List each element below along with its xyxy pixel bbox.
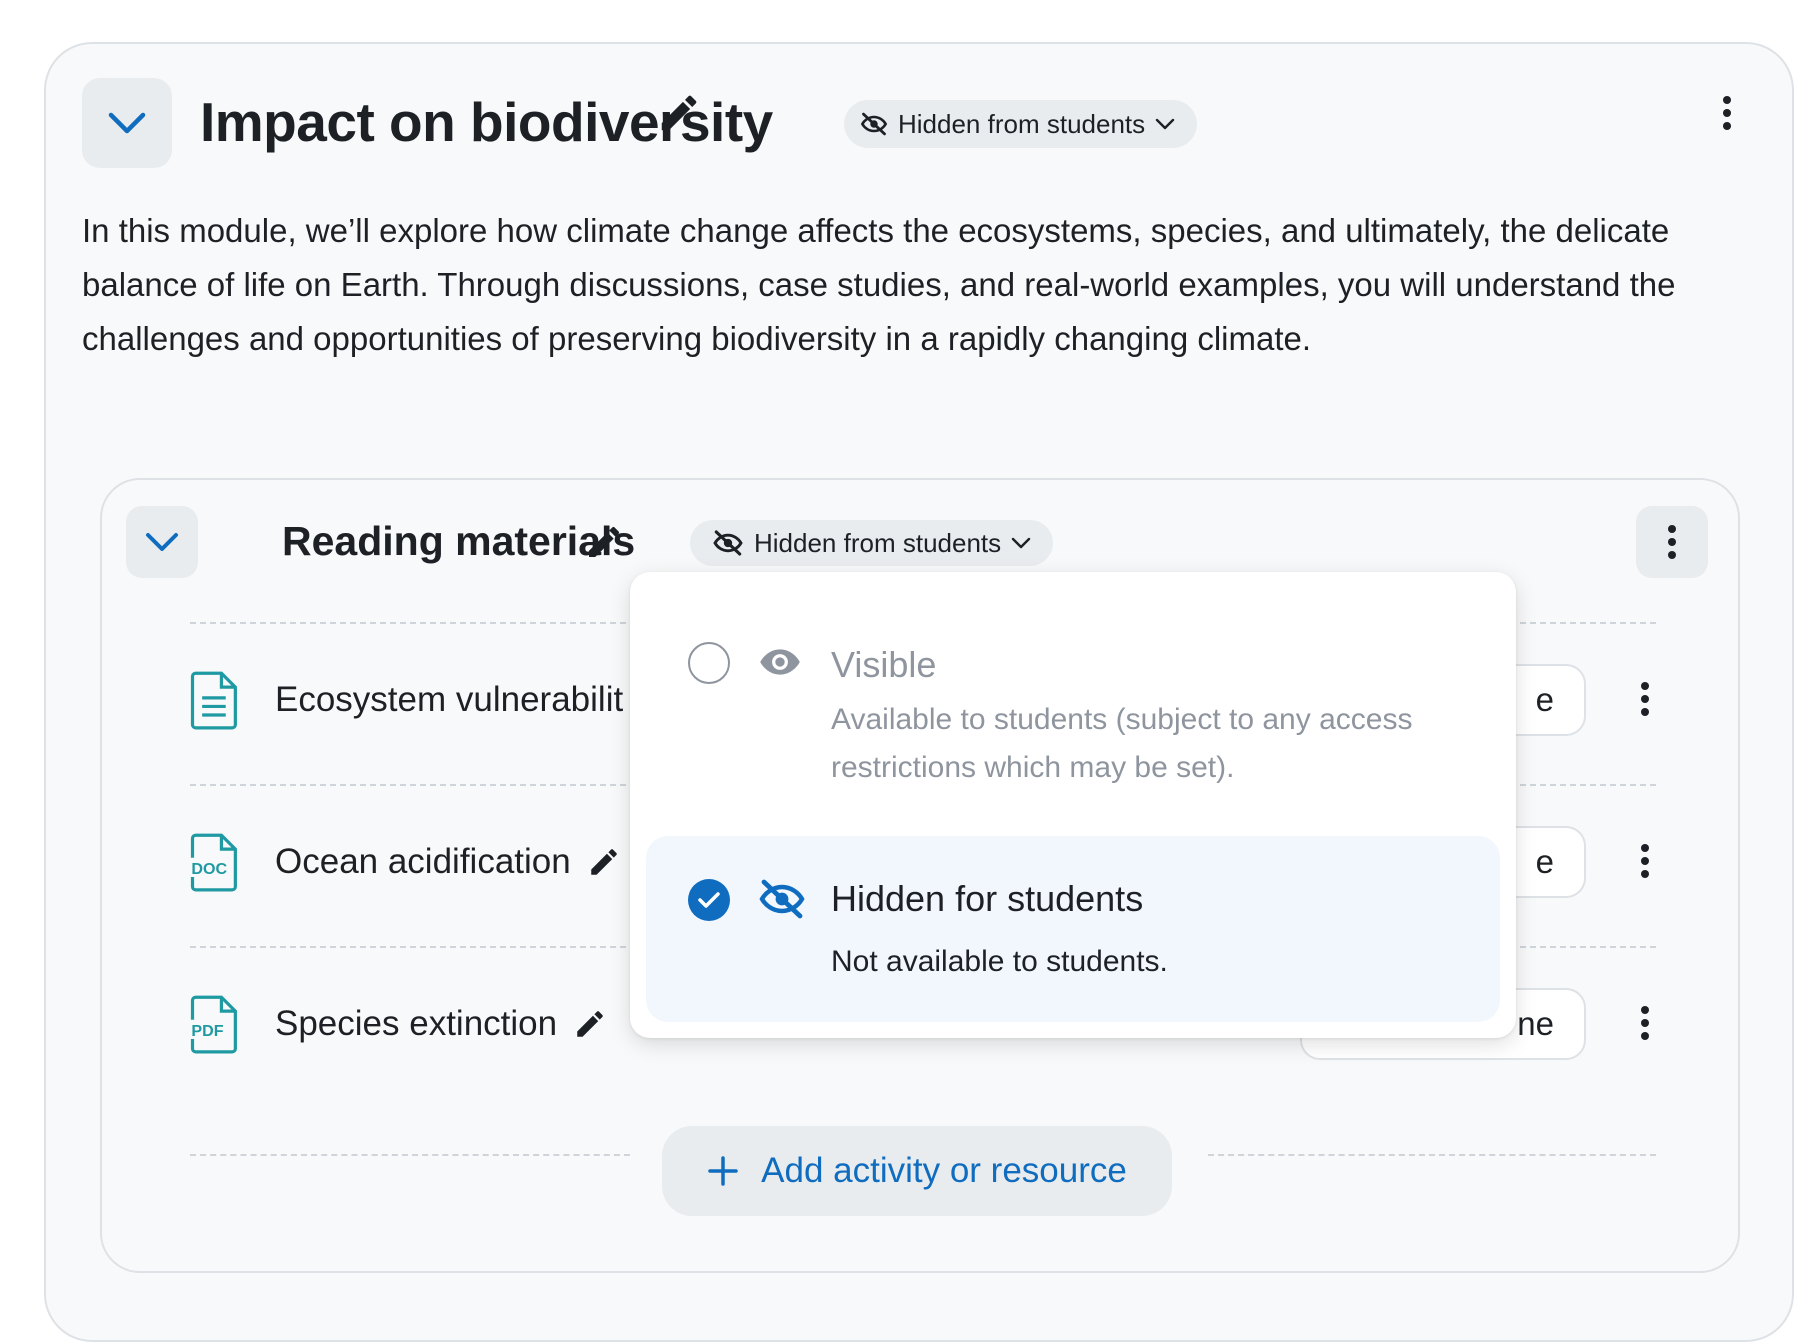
plus-icon <box>708 1156 738 1186</box>
visibility-dropdown-menu: Visible Available to students (subject t… <box>630 572 1516 1038</box>
file-type-badge: PDF <box>191 1022 223 1040</box>
activity-row[interactable]: Ecosystem vulnerabilit <box>187 650 623 750</box>
chevron-down-icon <box>1155 118 1175 130</box>
activity-side-label: e <box>1535 681 1554 718</box>
document-icon <box>190 671 237 730</box>
activity-name[interactable]: Species extinction <box>275 1004 557 1044</box>
eye-slash-icon <box>759 879 805 919</box>
kebab-dot <box>1641 1006 1649 1014</box>
activity-actions-menu-button[interactable] <box>1630 674 1660 724</box>
visibility-option-title: Visible <box>831 644 937 685</box>
radio-checked-icon[interactable] <box>688 879 730 921</box>
chevron-down-icon <box>1011 537 1031 549</box>
activity-actions-menu-button[interactable] <box>1630 836 1660 886</box>
eye-slash-icon <box>860 112 888 136</box>
doc-file-icon: DOC <box>189 833 237 892</box>
kebab-dot <box>1641 857 1649 865</box>
activity-row[interactable]: PDF Species extinction <box>187 974 607 1074</box>
kebab-dot <box>1641 695 1649 703</box>
visibility-option-description: Not available to students. <box>831 945 1168 978</box>
pencil-icon[interactable] <box>656 90 702 136</box>
subsection-visibility-badge[interactable]: Hidden from students <box>690 520 1054 566</box>
subsection-actions-menu-button[interactable] <box>1636 506 1708 578</box>
visibility-option-hidden[interactable]: Hidden for students Not available to stu… <box>646 836 1500 1022</box>
activity-row[interactable]: DOC Ocean acidification <box>187 812 621 912</box>
kebab-dot <box>1668 538 1676 546</box>
add-activity-button[interactable]: Add activity or resource <box>662 1126 1172 1216</box>
add-divider-left <box>190 1154 630 1156</box>
eye-slash-icon <box>713 530 743 556</box>
section-summary: In this module, we’ll explore how climat… <box>82 212 1676 357</box>
kebab-dot <box>1723 109 1731 117</box>
visibility-option-title: Hidden for students <box>831 878 1144 919</box>
activity-actions-menu-button[interactable] <box>1630 998 1660 1048</box>
kebab-dot <box>1641 870 1649 878</box>
chevron-down-icon <box>146 533 178 551</box>
pencil-icon[interactable] <box>584 522 624 562</box>
pencil-icon[interactable] <box>573 1007 607 1041</box>
pdf-file-icon: PDF <box>189 995 237 1054</box>
section-visibility-badge[interactable]: Hidden from students <box>844 100 1198 148</box>
kebab-dot <box>1641 1019 1649 1027</box>
kebab-dot <box>1641 844 1649 852</box>
activity-side-label: e <box>1535 843 1554 880</box>
eye-icon <box>760 649 800 675</box>
kebab-dot <box>1668 551 1676 559</box>
add-activity-label: Add activity or resource <box>761 1151 1127 1190</box>
section-collapse-button[interactable] <box>82 78 172 168</box>
activity-side-label: ne <box>1517 1005 1554 1042</box>
subsection-collapse-button[interactable] <box>126 506 198 578</box>
kebab-dot <box>1668 525 1676 533</box>
file-type-badge: DOC <box>191 860 227 878</box>
kebab-dot <box>1641 682 1649 690</box>
pencil-icon[interactable] <box>587 845 621 879</box>
section-visibility-label: Hidden from students <box>898 108 1146 139</box>
section-actions-menu-button[interactable] <box>1712 88 1742 138</box>
visibility-option-description: Available to students (subject to any ac… <box>831 703 1413 784</box>
kebab-dot <box>1723 122 1731 130</box>
kebab-dot <box>1641 1032 1649 1040</box>
kebab-dot <box>1723 96 1731 104</box>
visibility-option-visible[interactable]: Visible Available to students (subject t… <box>646 590 1500 800</box>
check-icon <box>698 892 720 908</box>
add-divider-right <box>1208 1154 1656 1156</box>
chevron-down-icon <box>108 112 146 134</box>
kebab-dot <box>1641 708 1649 716</box>
subsection-title[interactable]: Reading materials <box>282 518 635 565</box>
radio-unchecked-icon[interactable] <box>688 642 730 684</box>
activity-name[interactable]: Ocean acidification <box>275 842 571 882</box>
activity-name[interactable]: Ecosystem vulnerabilit <box>275 680 623 720</box>
subsection-visibility-label: Hidden from students <box>754 527 1002 558</box>
